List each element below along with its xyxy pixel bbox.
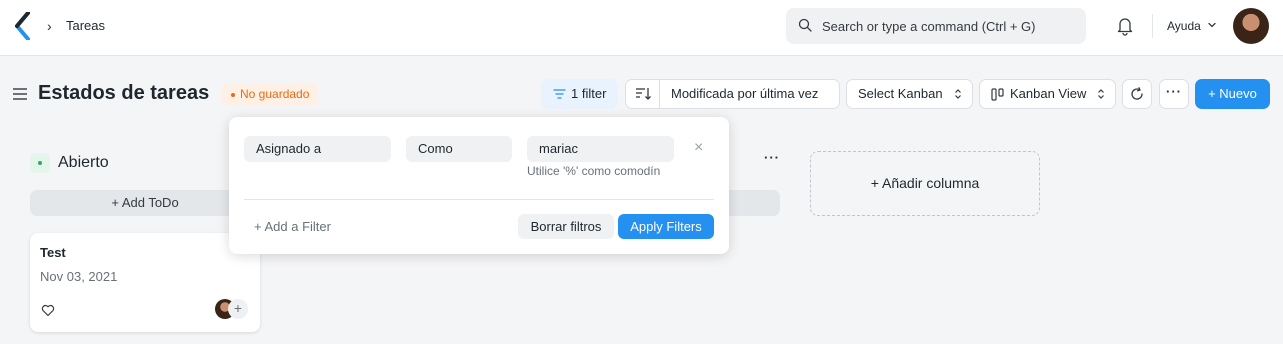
breadcrumb-tareas[interactable]: Tareas: [66, 18, 105, 33]
popover-divider: [244, 199, 714, 200]
add-todo-button[interactable]: + Add ToDo: [30, 190, 260, 216]
refresh-icon: [1131, 87, 1143, 100]
view-switcher-dropdown[interactable]: Kanban View: [979, 79, 1116, 109]
search-icon: [798, 18, 812, 32]
unsaved-dot: [231, 92, 235, 97]
filter-button[interactable]: 1 filter: [541, 79, 618, 109]
card-date: Nov 03, 2021: [40, 269, 118, 284]
more-menu-button[interactable]: ···: [1159, 79, 1189, 109]
sort-by-button[interactable]: Modificada por última vez: [671, 80, 818, 108]
add-filter-button[interactable]: + Add a Filter: [254, 219, 331, 234]
bell-icon[interactable]: [1116, 16, 1134, 36]
help-menu[interactable]: Ayuda: [1167, 19, 1201, 33]
page-title: Estados de tareas: [38, 82, 210, 104]
add-column-button[interactable]: + Añadir columna: [810, 151, 1040, 216]
column-status-indicator: [30, 153, 50, 173]
view-switcher-label: Kanban View: [1010, 86, 1087, 101]
navbar: › Tareas Search or type a command (Ctrl …: [0, 0, 1283, 56]
filter-hint: Utilice '%' como comodín: [527, 164, 661, 178]
updown-chevron-icon: [1098, 89, 1104, 99]
select-kanban-dropdown[interactable]: Select Kanban: [846, 79, 973, 109]
navbar-divider: [1152, 14, 1153, 38]
card-title: Test: [40, 245, 66, 260]
updown-chevron-icon: [955, 89, 961, 99]
chevron-down-icon[interactable]: [1207, 21, 1217, 29]
remove-filter-icon[interactable]: ×: [694, 140, 703, 156]
filter-field-select[interactable]: Asignado a: [244, 136, 391, 162]
user-avatar[interactable]: [1233, 8, 1269, 44]
kanban-view-icon: [991, 88, 1004, 101]
sort-order-icon: [636, 88, 651, 100]
column-more-menu[interactable]: ···: [764, 150, 780, 165]
filter-button-label: 1 filter: [571, 86, 607, 101]
filter-icon: [553, 89, 566, 99]
refresh-button[interactable]: [1122, 79, 1152, 109]
add-assignee-button[interactable]: +: [228, 299, 248, 319]
new-button[interactable]: + Nuevo: [1195, 79, 1270, 109]
unsaved-badge: No guardado: [222, 83, 319, 106]
unsaved-label: No guardado: [240, 87, 310, 101]
search-bar[interactable]: Search or type a command (Ctrl + G): [786, 8, 1086, 44]
sort-group: Modificada por última vez: [625, 79, 840, 109]
sidebar-toggle-icon[interactable]: [12, 87, 28, 101]
filter-value-input[interactable]: mariac: [527, 136, 674, 162]
breadcrumb-separator: ›: [47, 18, 52, 34]
search-placeholder: Search or type a command (Ctrl + G): [822, 19, 1036, 34]
select-kanban-label: Select Kanban: [858, 86, 943, 101]
filter-condition-select[interactable]: Como: [406, 136, 512, 162]
apply-filters-button[interactable]: Apply Filters: [618, 214, 714, 239]
kanban-card[interactable]: Test Nov 03, 2021 +: [30, 233, 260, 332]
clear-filters-button[interactable]: Borrar filtros: [518, 214, 614, 239]
heart-icon[interactable]: [41, 304, 55, 317]
sort-order-button[interactable]: [626, 80, 660, 108]
column-title[interactable]: Abierto: [58, 154, 109, 172]
filter-popover: Asignado a Como mariac Utilice '%' como …: [229, 117, 729, 254]
app-logo-icon[interactable]: [14, 12, 32, 40]
